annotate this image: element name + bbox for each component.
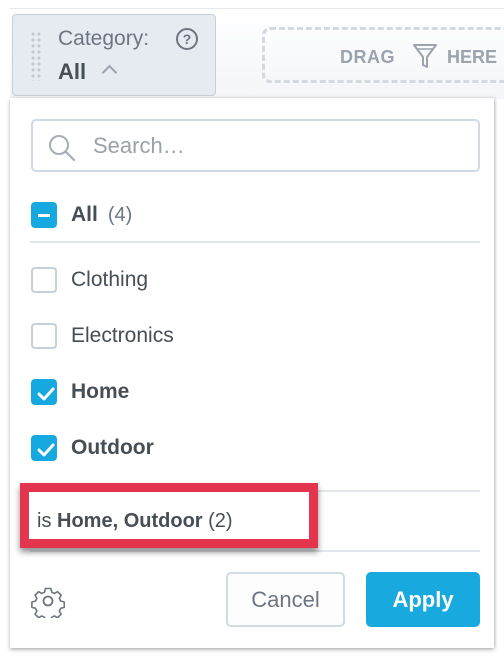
- cancel-button[interactable]: Cancel: [226, 572, 345, 627]
- dropdown-panel: [10, 98, 494, 648]
- divider: [30, 550, 480, 552]
- drop-zone-text-drag: DRAG: [340, 47, 395, 67]
- search-input[interactable]: [91, 129, 465, 163]
- help-icon[interactable]: ?: [176, 28, 198, 50]
- drag-handle-icon[interactable]: [30, 31, 42, 81]
- item-checkbox[interactable]: [31, 379, 57, 405]
- gear-icon[interactable]: [31, 584, 65, 618]
- chevron-up-icon: [101, 64, 118, 81]
- select-all-label: All: [71, 203, 98, 226]
- funnel-icon: [413, 44, 437, 68]
- list-item[interactable]: Clothing: [31, 266, 148, 294]
- summary-prefix: is: [37, 510, 52, 532]
- select-all-count: (4): [107, 203, 133, 226]
- list-item[interactable]: Home: [31, 378, 129, 406]
- item-checkbox[interactable]: [31, 267, 57, 293]
- item-label: Electronics: [71, 324, 174, 347]
- summary-values: Home, Outdoor: [57, 510, 203, 532]
- list-item[interactable]: Outdoor: [31, 434, 154, 462]
- category-filter-button[interactable]: Category: ? All: [12, 14, 216, 96]
- item-label: Clothing: [71, 268, 149, 291]
- list-item[interactable]: Electronics: [31, 322, 174, 350]
- item-checkbox[interactable]: [31, 435, 57, 461]
- filter-value: All: [58, 59, 87, 84]
- item-label: Outdoor: [71, 436, 154, 459]
- checkmark-icon: [37, 443, 55, 457]
- item-checkbox[interactable]: [31, 323, 57, 349]
- item-label: Home: [71, 380, 130, 403]
- drop-zone-text-here: HERE: [447, 47, 498, 67]
- filter-label: Category:: [58, 27, 150, 50]
- checkmark-icon: [37, 387, 55, 401]
- apply-button[interactable]: Apply: [366, 572, 480, 627]
- selection-summary: is Home, Outdoor (2): [37, 510, 233, 533]
- divider: [30, 241, 480, 243]
- search-icon: [49, 135, 76, 162]
- filter-dropdown-screen: Category: ? All DRAG HERE All (4) Clothi…: [0, 0, 504, 658]
- select-all-checkbox[interactable]: [31, 202, 57, 228]
- summary-count: (2): [208, 510, 233, 532]
- search-box[interactable]: [31, 119, 480, 172]
- select-all-row[interactable]: All (4): [31, 201, 132, 229]
